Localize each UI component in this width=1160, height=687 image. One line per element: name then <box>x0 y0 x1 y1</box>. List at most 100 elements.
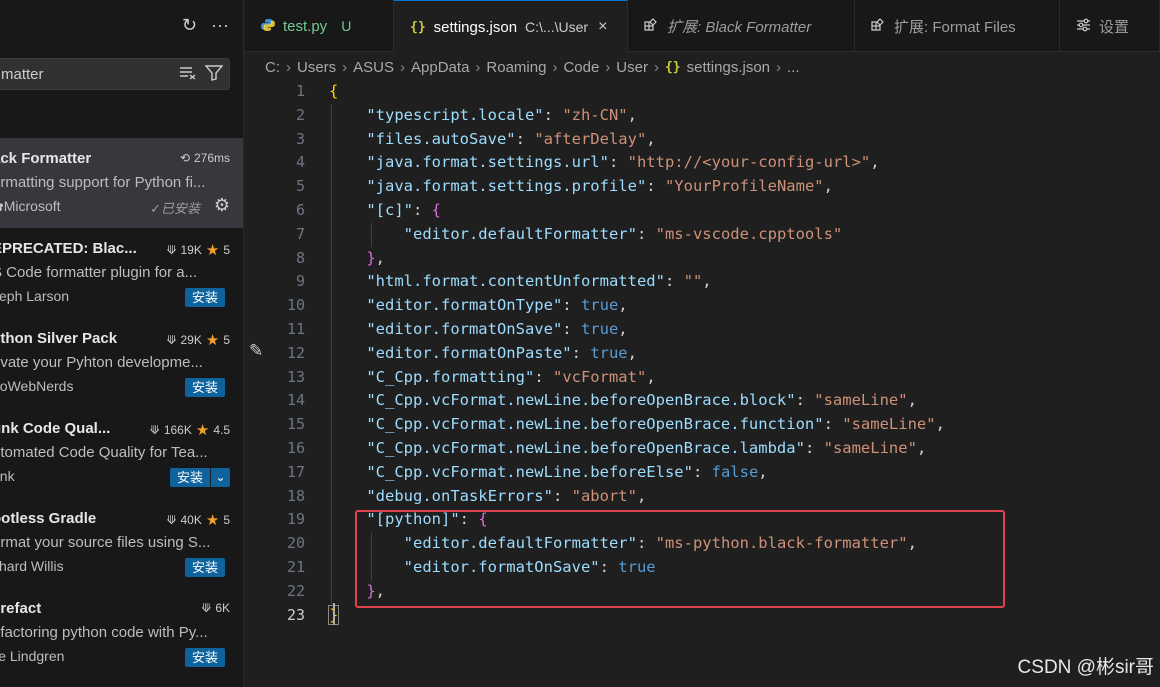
extension-name: unk Code Qual... <box>0 420 111 437</box>
breadcrumb-symbol[interactable]: ... <box>787 59 800 76</box>
code-token: , <box>702 272 712 291</box>
extension-list-item[interactable]: ootless Gradle ormat your source files us… <box>0 498 243 588</box>
breadcrumb-separator-icon: › <box>342 58 348 76</box>
code-line[interactable]: "C_Cpp.formatting": "vcFormat", <box>329 366 1149 390</box>
extension-list-item[interactable]: yrefact efactoring python code with Py...… <box>0 588 243 678</box>
extension-list-item[interactable]: ython Silver Pack evate your Pyhton devel… <box>0 318 243 408</box>
tab-label: test.py <box>283 17 328 35</box>
line-number: 19 <box>286 510 305 529</box>
line-number: 20 <box>286 534 305 553</box>
tab-label: 设置 <box>1099 18 1130 36</box>
filter-icon[interactable] <box>204 65 224 86</box>
breadcrumb-separator-icon: › <box>653 58 659 76</box>
line-number: 16 <box>286 438 305 457</box>
tab-label: 扩展: Format Files <box>894 18 1016 36</box>
install-button[interactable]: 安装 <box>184 558 225 577</box>
code-line[interactable]: "html.format.contentUnformatted": "", <box>329 270 1149 294</box>
code-token: , <box>646 129 656 148</box>
code-token: : <box>692 462 712 481</box>
history-icon: ⟲ <box>179 151 190 165</box>
code-line[interactable]: "C_Cpp.vcFormat.newLine.beforeOpenBrace.… <box>329 437 1149 461</box>
code-token: , <box>758 462 768 481</box>
clear-filter-icon[interactable] <box>179 66 197 85</box>
pencil-icon[interactable]: ✎ <box>249 341 263 361</box>
install-button[interactable]: 安装 ⌄ <box>169 468 230 487</box>
install-button[interactable]: 安装 <box>184 378 225 397</box>
tab-test-py[interactable]: test.py U <box>245 0 394 52</box>
extension-name: ython Silver Pack <box>0 330 118 347</box>
code-token: "sameLine" <box>823 438 917 457</box>
code-line[interactable]: "editor.formatOnSave": true, <box>329 318 1149 342</box>
code-token: , <box>823 177 833 196</box>
code-line[interactable]: "C_Cpp.vcFormat.newLine.beforeElse": fal… <box>329 461 1149 485</box>
extension-stats: ⟱ 19K ★ 5 <box>166 242 230 259</box>
code-line[interactable]: "files.autoSave": "afterDelay", <box>329 128 1149 152</box>
download-icon: ⟱ <box>149 423 160 437</box>
breadcrumb-item[interactable]: Roaming <box>486 59 546 76</box>
code-token: "java.format.settings.profile" <box>366 177 647 196</box>
breadcrumb-item[interactable]: C: <box>265 59 280 76</box>
install-button[interactable]: 安装 <box>184 288 225 307</box>
tab-format-files[interactable]: 扩展: Format Files <box>855 0 1060 52</box>
close-icon[interactable]: × <box>598 18 607 36</box>
json-icon: {} <box>664 59 681 75</box>
breadcrumb-separator-icon: › <box>286 58 291 76</box>
breadcrumb-item[interactable]: User <box>616 59 648 76</box>
breadcrumb-item[interactable]: AppData <box>411 59 469 76</box>
extension-description: ormat your source files using S... <box>0 534 211 551</box>
extension-publisher: ✿Microsoft <box>0 198 61 215</box>
code-line[interactable]: "editor.formatOnType": true, <box>329 294 1149 318</box>
code-token: : <box>646 177 665 196</box>
extension-list-item[interactable]: unk Code Qual... utomated Code Quality fo… <box>0 408 243 498</box>
code-line[interactable]: "java.format.settings.profile": "YourPro… <box>329 175 1149 199</box>
code-line[interactable]: "C_Cpp.vcFormat.newLine.beforeOpenBrace.… <box>329 389 1149 413</box>
code-line[interactable]: "editor.formatOnPaste": true, <box>329 342 1149 366</box>
extension-stats: ⟱ 6K <box>201 601 230 615</box>
code-token: : <box>562 319 581 338</box>
extension-name: EPRECATED: Blac... <box>0 240 137 257</box>
chevron-down-icon[interactable]: ⌄ <box>211 468 230 487</box>
line-number: 6 <box>295 200 305 219</box>
extension-publisher: lle Lindgren <box>0 648 65 664</box>
extension-stats: ⟱ 29K ★ 5 <box>166 332 230 349</box>
code-token: true <box>590 343 628 362</box>
code-line[interactable]: "C_Cpp.vcFormat.newLine.beforeOpenBrace.… <box>329 413 1149 437</box>
extension-list-item[interactable]: EPRECATED: Blac... S Code formatter plugi… <box>0 228 243 318</box>
breadcrumb-item[interactable]: Users <box>297 59 336 76</box>
search-input-value[interactable]: matter <box>1 66 44 83</box>
code-token: : <box>552 486 572 505</box>
extension-description: S Code formatter plugin for a... <box>0 264 198 281</box>
code-line[interactable]: "typescript.locale": "zh-CN", <box>329 104 1149 128</box>
code-editor[interactable]: 1 2 3 4 5 6 7 8 9 10 11 12 13 14 15 16 17 18 19 20 21 22 23 ✎ … <box>245 80 1160 687</box>
line-number: 17 <box>286 462 305 481</box>
code-line[interactable]: { <box>329 80 1149 104</box>
breadcrumb-item[interactable]: Code <box>563 59 599 76</box>
gear-icon[interactable]: ⚙ <box>214 195 230 216</box>
code-token: "vcFormat" <box>552 367 647 386</box>
tab-settings-json[interactable]: {} settings.json C:\...\User × <box>394 0 628 53</box>
code-line[interactable]: }, <box>329 247 1149 271</box>
breadcrumb-item[interactable]: ASUS <box>353 59 394 76</box>
tab-settings[interactable]: 设置 <box>1060 0 1160 52</box>
code-line[interactable]: "debug.onTaskErrors": "abort", <box>329 485 1149 509</box>
extension-search-input[interactable]: matter <box>0 58 230 90</box>
extension-name: ootless Gradle <box>0 510 97 527</box>
code-line[interactable]: "java.format.settings.url": "http://<you… <box>329 151 1149 175</box>
line-number: 7 <box>295 224 305 243</box>
more-icon[interactable]: ··· <box>211 16 229 34</box>
tab-black-formatter[interactable]: 扩展: Black Formatter <box>628 0 855 52</box>
extension-list-item[interactable]: ack Formatter ormatting support for Pytho… <box>0 138 243 228</box>
code-line[interactable]: "[c]": { <box>329 199 1149 223</box>
code-line[interactable]: "editor.defaultFormatter": "ms-vscode.cp… <box>329 223 1149 247</box>
refresh-icon[interactable]: ↻ <box>182 16 197 34</box>
installed-status: ✓已安装 <box>150 201 200 216</box>
extension-stats: ⟱ 166K ★ 4.5 <box>149 422 230 439</box>
install-button[interactable]: 安装 <box>184 648 225 667</box>
breadcrumb-file[interactable]: settings.json <box>687 59 770 76</box>
